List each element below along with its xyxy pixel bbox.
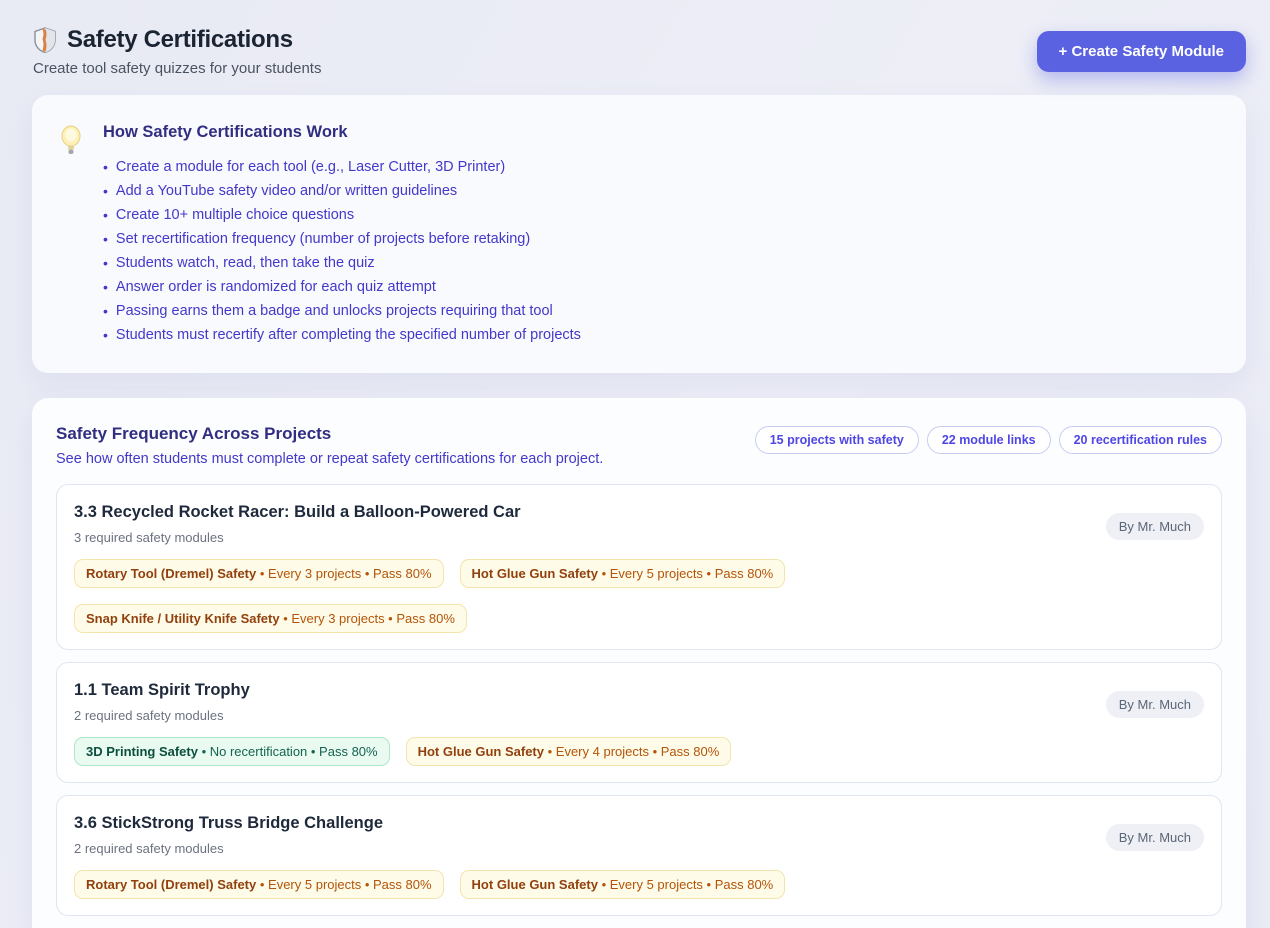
how-it-works-content: How Safety Certifications Work • Create a… <box>103 119 581 347</box>
module-badge-name: 3D Printing Safety <box>86 744 198 759</box>
stat-pill: 20 recertification rules <box>1059 426 1222 454</box>
page-subtitle: Create tool safety quizzes for your stud… <box>33 60 321 77</box>
bullet-text: Passing earns them a badge and unlocks p… <box>116 299 553 323</box>
module-badge-name: Rotary Tool (Dremel) Safety <box>86 566 256 581</box>
stat-pill: 22 module links <box>927 426 1051 454</box>
bullet-text: Create 10+ multiple choice questions <box>116 203 354 227</box>
project-card: 3.6 StickStrong Truss Bridge Challenge 2… <box>56 795 1222 916</box>
project-card-main: 3.3 Recycled Rocket Racer: Build a Ballo… <box>74 501 1090 633</box>
module-badge: Hot Glue Gun Safety • Every 4 projects •… <box>406 737 732 766</box>
stat-pill-row: 15 projects with safety 22 module links 20… <box>755 426 1222 454</box>
how-it-works-bullet: • Add a YouTube safety video and/or writt… <box>103 179 581 203</box>
page-header-titles: Safety Certifications Create tool safety… <box>33 26 321 77</box>
module-badge: Rotary Tool (Dremel) Safety • Every 3 pr… <box>74 559 444 588</box>
how-it-works-title: How Safety Certifications Work <box>103 123 581 142</box>
safety-frequency-header: Safety Frequency Across Projects See how… <box>56 424 1222 467</box>
module-badge-row: Rotary Tool (Dremel) Safety • Every 5 pr… <box>74 870 1090 899</box>
module-badge: Hot Glue Gun Safety • Every 5 projects •… <box>460 559 786 588</box>
module-badge-detail: • Every 5 projects • Pass 80% <box>598 566 773 581</box>
how-it-works-bullet: • Create 10+ multiple choice questions <box>103 203 581 227</box>
safety-frequency-subtitle: See how often students must complete or … <box>56 451 603 467</box>
bullet-text: Answer order is randomized for each quiz… <box>116 275 436 299</box>
bullet-dot-icon: • <box>103 203 108 227</box>
how-it-works-bullet: • Passing earns them a badge and unlocks … <box>103 299 581 323</box>
project-card-main: 1.1 Team Spirit Trophy 2 required safety… <box>74 679 1090 766</box>
module-badge-detail: • Every 4 projects • Pass 80% <box>544 744 719 759</box>
bullet-dot-icon: • <box>103 299 108 323</box>
bullet-text: Students watch, read, then take the quiz <box>116 251 375 275</box>
bullet-dot-icon: • <box>103 323 108 347</box>
create-safety-module-button[interactable]: + Create Safety Module <box>1037 31 1246 72</box>
bullet-dot-icon: • <box>103 251 108 275</box>
module-badge-detail: • Every 5 projects • Pass 80% <box>598 877 773 892</box>
page-title: Safety Certifications <box>67 26 293 54</box>
module-badge-row: 3D Printing Safety • No recertification … <box>74 737 1090 766</box>
how-it-works-bullet: • Answer order is randomized for each qui… <box>103 275 581 299</box>
project-author-badge: By Mr. Much <box>1106 513 1204 540</box>
bullet-dot-icon: • <box>103 155 108 179</box>
stat-pill: 15 projects with safety <box>755 426 919 454</box>
module-badge-detail: • Every 3 projects • Pass 80% <box>280 611 455 626</box>
module-badge-detail: • Every 5 projects • Pass 80% <box>256 877 431 892</box>
module-badge-name: Hot Glue Gun Safety <box>472 566 598 581</box>
shield-icon <box>33 27 57 53</box>
module-badge-name: Snap Knife / Utility Knife Safety <box>86 611 280 626</box>
bullet-text: Add a YouTube safety video and/or writte… <box>116 179 457 203</box>
module-badge: Snap Knife / Utility Knife Safety • Ever… <box>74 604 467 633</box>
module-badge: Rotary Tool (Dremel) Safety • Every 5 pr… <box>74 870 444 899</box>
module-badge-row: Rotary Tool (Dremel) Safety • Every 3 pr… <box>74 559 1090 633</box>
project-list: 3.3 Recycled Rocket Racer: Build a Ballo… <box>56 484 1222 928</box>
how-it-works-bullet: • Students must recertify after completin… <box>103 323 581 347</box>
bullet-dot-icon: • <box>103 227 108 251</box>
project-title: 3.6 StickStrong Truss Bridge Challenge <box>74 812 1090 834</box>
bullet-text: Students must recertify after completing… <box>116 323 581 347</box>
module-badge-detail: • No recertification • Pass 80% <box>198 744 378 759</box>
project-card: 1.1 Team Spirit Trophy 2 required safety… <box>56 662 1222 783</box>
project-modules-count: 3 required safety modules <box>74 529 1090 546</box>
how-it-works-bullet: • Set recertification frequency (number o… <box>103 227 581 251</box>
project-modules-count: 2 required safety modules <box>74 707 1090 724</box>
project-card: 3.3 Recycled Rocket Racer: Build a Ballo… <box>56 484 1222 650</box>
bullet-dot-icon: • <box>103 275 108 299</box>
module-badge-detail: • Every 3 projects • Pass 80% <box>256 566 431 581</box>
module-badge-name: Hot Glue Gun Safety <box>472 877 598 892</box>
bullet-dot-icon: • <box>103 179 108 203</box>
safety-frequency-titles: Safety Frequency Across Projects See how… <box>56 424 603 467</box>
module-badge: 3D Printing Safety • No recertification … <box>74 737 390 766</box>
safety-certifications-page: Safety Certifications Create tool safety… <box>0 0 1270 928</box>
safety-frequency-title: Safety Frequency Across Projects <box>56 424 603 444</box>
module-badge: Hot Glue Gun Safety • Every 5 projects •… <box>460 870 786 899</box>
how-it-works-bullet: • Create a module for each tool (e.g., La… <box>103 155 581 179</box>
project-author-badge: By Mr. Much <box>1106 824 1204 851</box>
how-it-works-bullet: • Students watch, read, then take the qui… <box>103 251 581 275</box>
safety-frequency-section: Safety Frequency Across Projects See how… <box>32 398 1246 928</box>
page-header: Safety Certifications Create tool safety… <box>32 26 1246 77</box>
lightbulb-icon <box>60 125 82 157</box>
module-badge-name: Hot Glue Gun Safety <box>418 744 544 759</box>
module-badge-name: Rotary Tool (Dremel) Safety <box>86 877 256 892</box>
project-author-badge: By Mr. Much <box>1106 691 1204 718</box>
project-title: 3.3 Recycled Rocket Racer: Build a Ballo… <box>74 501 1090 523</box>
bullet-text: Set recertification frequency (number of… <box>116 227 530 251</box>
bullet-text: Create a module for each tool (e.g., Las… <box>116 155 505 179</box>
project-card-main: 3.6 StickStrong Truss Bridge Challenge 2… <box>74 812 1090 899</box>
how-it-works-card: How Safety Certifications Work • Create a… <box>32 95 1246 373</box>
how-it-works-bullet-list: • Create a module for each tool (e.g., La… <box>103 155 581 347</box>
project-modules-count: 2 required safety modules <box>74 840 1090 857</box>
project-title: 1.1 Team Spirit Trophy <box>74 679 1090 701</box>
